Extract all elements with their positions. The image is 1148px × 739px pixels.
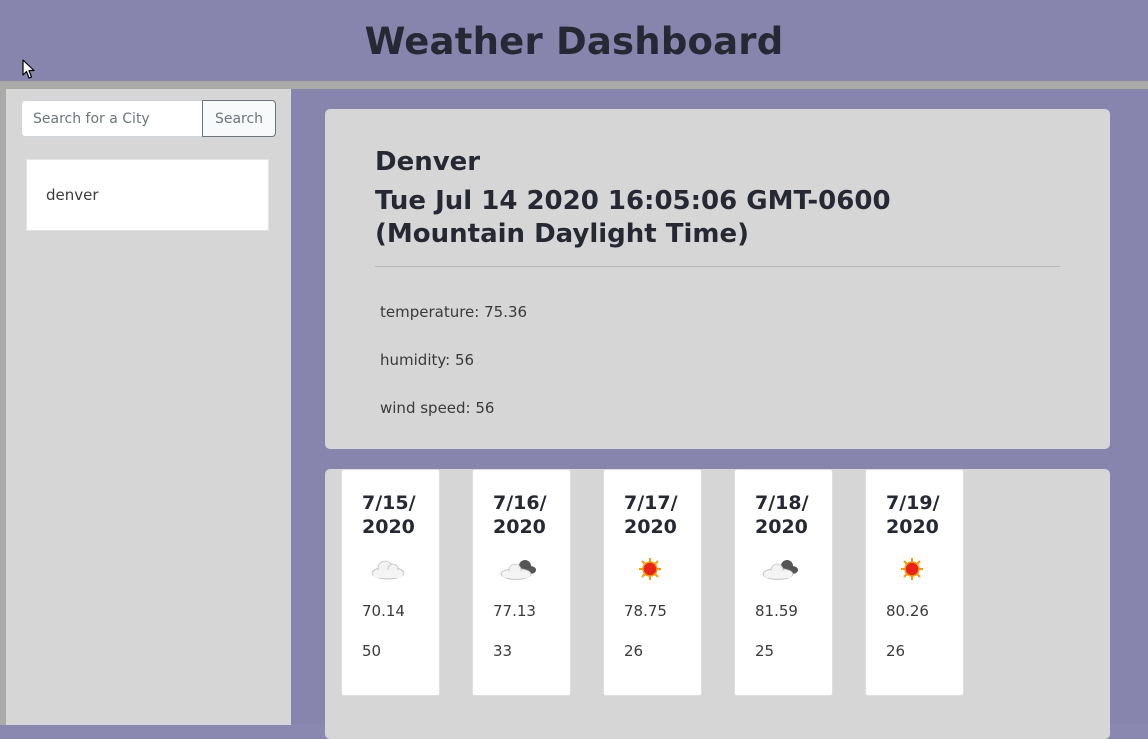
forecast-day: 7/19/2020 80.26 26 [865, 469, 964, 696]
forecast-date: 7/17/2020 [624, 492, 678, 538]
header-divider [0, 81, 1148, 89]
search-input[interactable] [21, 100, 202, 137]
forecast-day: 7/15/2020 70.14 50 [341, 469, 440, 696]
forecast-temp: 81.59 [755, 602, 798, 620]
dark-cloud-icon [762, 560, 798, 580]
forecast-date: 7/16/2020 [493, 492, 547, 538]
forecast-date: 7/19/2020 [886, 492, 940, 538]
forecast-humidity: 50 [362, 642, 382, 660]
sun-icon [639, 558, 661, 580]
forecast-day: 7/18/2020 81.59 25 [734, 469, 833, 696]
forecast-temp: 80.26 [886, 602, 929, 620]
page-title: Weather Dashboard [364, 20, 784, 63]
current-date: Tue Jul 14 2020 16:05:06 GMT-0600 (Mount… [375, 186, 891, 249]
forecast-humidity: 25 [755, 642, 775, 660]
temperature-text: temperature: 75.36 [380, 303, 528, 321]
dark-cloud-icon [500, 560, 536, 580]
cloud-icon [371, 560, 405, 580]
wind-speed-text: wind speed: 56 [380, 399, 495, 417]
forecast-humidity: 26 [624, 642, 644, 660]
forecast-panel: 7/15/2020 70.14 50 7/16/2020 77.13 33 7/… [325, 469, 1110, 739]
forecast-temp: 78.75 [624, 602, 667, 620]
search-form: Search [21, 100, 276, 137]
forecast-date: 7/18/2020 [755, 492, 809, 538]
sun-icon [901, 558, 923, 580]
app-header: Weather Dashboard [0, 0, 1148, 81]
history-item[interactable]: denver [26, 159, 269, 231]
search-history-list: denver [26, 159, 269, 231]
current-weather-card: Denver Tue Jul 14 2020 16:05:06 GMT-0600… [325, 109, 1110, 449]
main-content: Denver Tue Jul 14 2020 16:05:06 GMT-0600… [291, 89, 1148, 739]
city-name: Denver [375, 147, 481, 177]
forecast-day: 7/17/2020 78.75 26 [603, 469, 702, 696]
forecast-temp: 70.14 [362, 602, 405, 620]
sidebar: Search denver [0, 89, 291, 725]
humidity-text: humidity: 56 [380, 351, 475, 369]
forecast-humidity: 33 [493, 642, 513, 660]
mouse-cursor-icon [22, 59, 35, 79]
forecast-day: 7/16/2020 77.13 33 [472, 469, 571, 696]
forecast-humidity: 26 [886, 642, 906, 660]
search-button[interactable]: Search [202, 100, 276, 137]
forecast-date: 7/15/2020 [362, 492, 416, 538]
forecast-temp: 77.13 [493, 602, 536, 620]
current-divider [375, 266, 1060, 267]
